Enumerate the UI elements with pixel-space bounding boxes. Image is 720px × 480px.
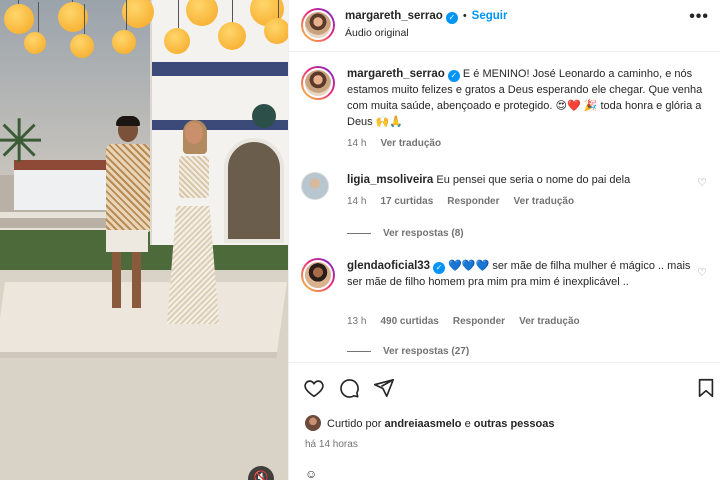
comment-likes[interactable]: 17 curtidas: [380, 196, 433, 207]
commenter-avatar[interactable]: [301, 258, 335, 292]
verified-badge-icon: ✓: [445, 12, 458, 24]
follow-button[interactable]: Seguir: [472, 10, 508, 22]
translate-link[interactable]: Ver tradução: [519, 316, 580, 327]
lamp: [70, 4, 94, 58]
author-username[interactable]: margareth_serrao: [345, 10, 443, 22]
verified-badge-icon: ✓: [447, 70, 460, 82]
reply-button[interactable]: Responder: [453, 316, 505, 327]
caption-meta: 14 h Ver tradução: [347, 138, 455, 149]
lamp: [264, 0, 288, 44]
lamp: [218, 0, 246, 50]
blue-hearts-emoji: 💙💙💙: [448, 260, 490, 272]
caption-body: margareth_serrao ✓ E é MENINO! José Leona…: [347, 66, 707, 130]
view-replies-label: Ver respostas (8): [383, 228, 464, 239]
audio-label[interactable]: Áudio original: [345, 27, 409, 39]
comment-like-icon[interactable]: ♡: [697, 176, 707, 189]
verified-badge-icon: ✓: [433, 262, 446, 274]
translate-link[interactable]: Ver tradução: [514, 196, 575, 207]
reply-button[interactable]: Responder: [447, 196, 499, 207]
liked-by: Curtido por andreiaasmelo e outras pesso…: [305, 415, 554, 431]
separator-dot: •: [462, 10, 467, 22]
lamp: [24, 2, 46, 54]
post-header: margareth_serrao ✓ • Seguir Áudio original …: [289, 0, 720, 52]
comment-text: Eu pensei que seria o nome do pai dela: [436, 174, 631, 186]
post-actions: Curtido por andreiaasmelo e outras pesso…: [289, 362, 720, 480]
photo-palm: ✳: [0, 108, 45, 175]
liked-prefix: Curtido por: [327, 418, 382, 430]
comment-meta: 13 h 490 curtidas Responder Ver tradução: [347, 316, 594, 327]
view-replies-label: Ver respostas (27): [383, 346, 470, 357]
comment-bubble-icon[interactable]: [338, 377, 360, 399]
comment-body: ligia_msoliveira Eu pensei que seria o n…: [347, 172, 707, 188]
comment-likes[interactable]: 490 curtidas: [380, 316, 438, 327]
comment-time[interactable]: 14 h: [347, 196, 366, 207]
more-dots-icon[interactable]: •••: [689, 8, 709, 26]
photo-woman: [163, 120, 223, 327]
lamp: [4, 0, 34, 34]
comment-meta: 14 h 17 curtidas Responder Ver tradução: [347, 196, 588, 207]
comment-time[interactable]: 13 h: [347, 316, 366, 327]
post-photo[interactable]: ✳ 🔇: [0, 0, 288, 480]
emoji-icon[interactable]: ☺: [305, 467, 317, 480]
view-replies-button[interactable]: Ver respostas (8): [347, 228, 464, 239]
liked-conj: e: [464, 418, 471, 430]
liked-others[interactable]: outras pessoas: [474, 418, 555, 430]
translate-link[interactable]: Ver tradução: [380, 138, 441, 149]
caption-time[interactable]: 14 h: [347, 138, 366, 149]
author-avatar[interactable]: [301, 8, 335, 42]
comment-like-icon[interactable]: ♡: [697, 266, 707, 279]
lamp: [164, 0, 190, 54]
comment-username[interactable]: ligia_msoliveira: [347, 174, 433, 186]
comments-list: margareth_serrao ✓ E é MENINO! José Leona…: [289, 52, 720, 362]
paper-plane-icon[interactable]: [373, 377, 395, 399]
liked-user[interactable]: andreiaasmelo: [384, 418, 461, 430]
heart-outline-icon[interactable]: [303, 377, 325, 399]
caption-username[interactable]: margareth_serrao: [347, 68, 445, 80]
commenter-avatar[interactable]: [301, 172, 329, 200]
comment-username[interactable]: glendaoficial33: [347, 260, 430, 272]
lamp: [112, 0, 136, 54]
liker-avatar[interactable]: [305, 415, 321, 431]
photo-man: [100, 116, 152, 313]
author-avatar[interactable]: [301, 66, 335, 100]
post-time[interactable]: há 14 horas: [305, 439, 358, 450]
comment-body: glendaoficial33 ✓ 💙💙💙 ser mãe de filha mu…: [347, 258, 707, 290]
post-sidebar: margareth_serrao ✓ • Seguir Áudio original …: [288, 0, 720, 480]
bookmark-icon[interactable]: [695, 377, 717, 399]
view-replies-button[interactable]: Ver respostas (27): [347, 346, 469, 357]
